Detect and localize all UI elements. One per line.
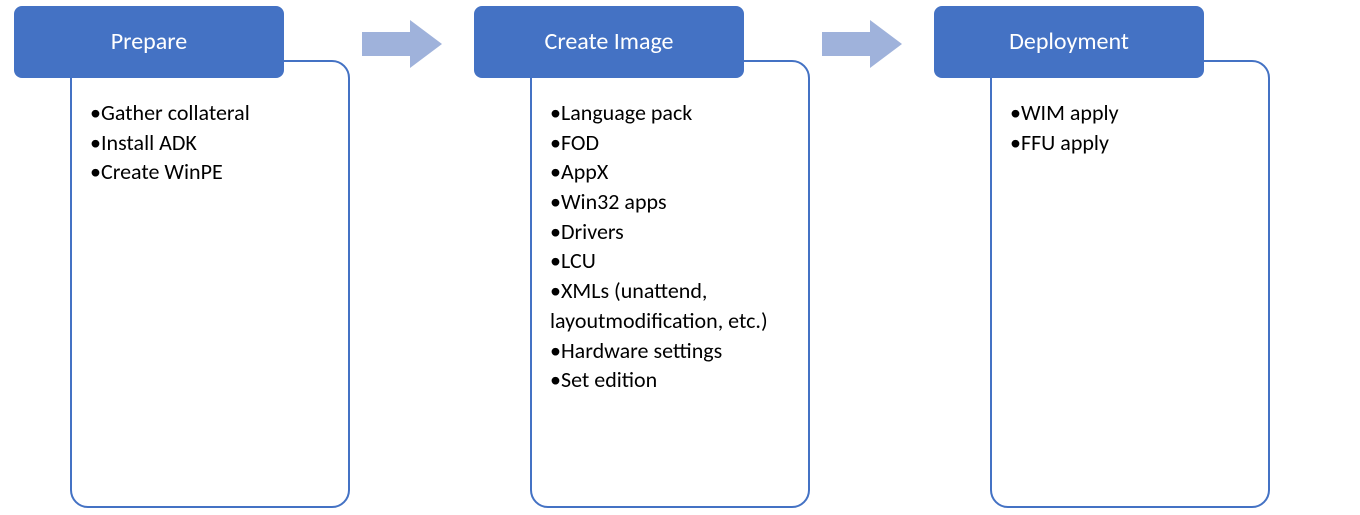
stage-2-title: Create Image xyxy=(545,27,674,56)
stage-2-panel: •Language pack •FOD •AppX •Win32 apps •D… xyxy=(530,60,810,508)
list-item: •Hardware settings xyxy=(550,336,790,366)
list-item: •WIM apply xyxy=(1010,98,1250,128)
item-text: Set edition xyxy=(561,366,657,393)
item-text: Install ADK xyxy=(101,129,197,156)
list-item: •Create WinPE xyxy=(90,157,330,187)
item-text: Drivers xyxy=(561,218,624,245)
item-text: XMLs (unattend, layoutmodification, etc.… xyxy=(550,277,768,334)
arrow-2-icon xyxy=(822,20,902,68)
list-item: •Set edition xyxy=(550,365,790,395)
list-item: •LCU xyxy=(550,246,790,276)
list-item: •Gather collateral xyxy=(90,98,330,128)
stage-1-list: •Gather collateral •Install ADK •Create … xyxy=(90,98,330,187)
item-text: AppX xyxy=(561,158,608,185)
item-text: FFU apply xyxy=(1021,129,1109,156)
item-text: Hardware settings xyxy=(561,337,722,364)
stage-3-list: •WIM apply •FFU apply xyxy=(1010,98,1250,157)
diagram-canvas: •Gather collateral •Install ADK •Create … xyxy=(0,0,1360,515)
item-text: Win32 apps xyxy=(561,188,667,215)
list-item: •XMLs (unattend, layoutmodification, etc… xyxy=(550,276,790,335)
stage-3-header: Deployment xyxy=(934,6,1204,78)
list-item: •AppX xyxy=(550,157,790,187)
stage-2-list: •Language pack •FOD •AppX •Win32 apps •D… xyxy=(550,98,790,395)
stage-1-title: Prepare xyxy=(111,27,188,56)
stage-1-panel: •Gather collateral •Install ADK •Create … xyxy=(70,60,350,508)
list-item: •Drivers xyxy=(550,217,790,247)
list-item: •Language pack xyxy=(550,98,790,128)
item-text: FOD xyxy=(561,129,599,156)
item-text: Language pack xyxy=(561,99,692,126)
item-text: Gather collateral xyxy=(101,99,250,126)
item-text: Create WinPE xyxy=(101,158,223,185)
arrow-1-icon xyxy=(362,20,442,68)
list-item: •FFU apply xyxy=(1010,128,1250,158)
stage-2-header: Create Image xyxy=(474,6,744,78)
stage-3-title: Deployment xyxy=(1009,27,1129,56)
stage-1-header: Prepare xyxy=(14,6,284,78)
list-item: •Install ADK xyxy=(90,128,330,158)
list-item: •FOD xyxy=(550,128,790,158)
stage-3-panel: •WIM apply •FFU apply xyxy=(990,60,1270,508)
item-text: WIM apply xyxy=(1021,99,1119,126)
list-item: •Win32 apps xyxy=(550,187,790,217)
item-text: LCU xyxy=(561,247,596,274)
